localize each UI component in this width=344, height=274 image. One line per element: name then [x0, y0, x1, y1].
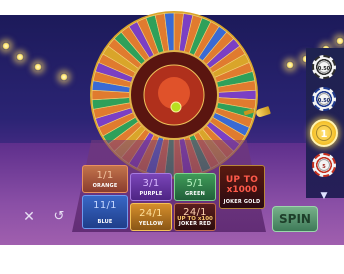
- bet-joker-gold-multiplier: x1000: [226, 185, 258, 195]
- bet-yellow-odds: 24/1: [139, 208, 163, 219]
- light-bulb: [60, 73, 68, 81]
- clear-bets-button[interactable]: ✕: [20, 208, 38, 226]
- bet-joker-gold[interactable]: UP TO x1000 JOKER GOLD: [219, 165, 265, 209]
- light-bulb: [336, 37, 344, 45]
- wheel-gem-icon: [170, 101, 182, 113]
- undo-button[interactable]: ↺: [50, 208, 68, 226]
- light-bulb: [2, 42, 10, 50]
- bet-orange-label: ORANGE: [92, 183, 118, 189]
- light-bulb: [34, 63, 42, 71]
- bet-blue-label: BLUE: [97, 219, 113, 225]
- chip-5-red[interactable]: 5: [312, 153, 336, 177]
- chip-1-selected[interactable]: 1: [310, 119, 338, 147]
- bet-purple-odds: 3/1: [142, 178, 160, 189]
- bet-green-odds: 5/1: [186, 178, 204, 189]
- chevron-down-icon[interactable]: ▼: [318, 192, 330, 201]
- chip-0-50-blue[interactable]: 0.50: [312, 87, 336, 111]
- bet-orange-odds: 1/1: [96, 170, 114, 181]
- bet-green-label: GREEN: [185, 191, 205, 197]
- bet-blue[interactable]: 11/1 BLUE: [82, 195, 128, 229]
- bet-yellow-label: YELLOW: [138, 221, 164, 227]
- spin-button[interactable]: SPIN: [272, 206, 318, 232]
- chip-0-50-black[interactable]: 0.50: [312, 55, 336, 79]
- bet-joker-red[interactable]: 24/1 UP TO x100 JOKER RED: [174, 203, 216, 231]
- light-bulb: [286, 61, 294, 69]
- bet-orange[interactable]: 1/1 ORANGE: [82, 165, 128, 193]
- bet-purple[interactable]: 3/1 PURPLE: [130, 173, 172, 201]
- light-bulb: [16, 53, 24, 61]
- bet-joker-red-label: JOKER RED: [178, 221, 212, 227]
- bet-blue-odds: 11/1: [93, 200, 117, 211]
- bet-joker-gold-label: JOKER GOLD: [223, 199, 261, 205]
- bet-green[interactable]: 5/1 GREEN: [174, 173, 216, 201]
- bet-yellow[interactable]: 24/1 YELLOW: [130, 203, 172, 231]
- bet-purple-label: PURPLE: [139, 191, 163, 197]
- bet-joker-gold-odds: UP TO: [225, 175, 259, 185]
